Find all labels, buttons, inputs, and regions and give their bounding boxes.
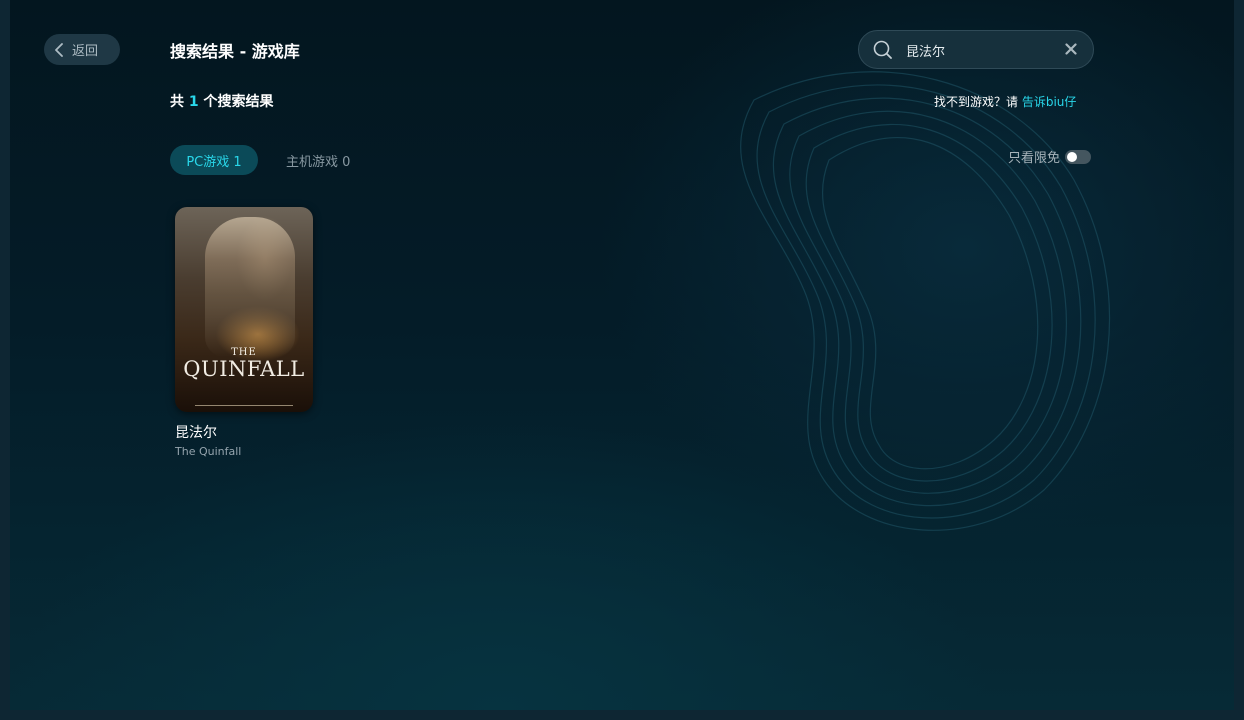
game-subtitle: The Quinfall <box>175 445 242 458</box>
free-only-toggle[interactable] <box>1065 149 1092 164</box>
search-box[interactable] <box>858 30 1094 69</box>
search-icon[interactable] <box>873 40 893 60</box>
result-count-prefix: 共 <box>170 94 189 110</box>
cover-figure-art <box>205 217 295 357</box>
tab-console-games[interactable]: 主机游戏 0 <box>286 151 350 170</box>
search-input[interactable] <box>906 39 1056 61</box>
result-count-number: 1 <box>188 94 199 110</box>
back-button-label: 返回 <box>72 44 99 59</box>
feedback-text: 找不到游戏？请 <box>934 95 1022 109</box>
result-count: 共 1 个搜索结果 <box>170 91 274 111</box>
game-name: 昆法尔 <box>175 425 217 441</box>
feedback-prompt: 找不到游戏？请 告诉biu仔 <box>934 93 1076 110</box>
chevron-left-icon <box>55 42 63 57</box>
feedback-link[interactable]: 告诉biu仔 <box>1022 95 1077 109</box>
cover-divider <box>195 405 293 406</box>
game-card[interactable]: THE QUINFALL 昆法尔 The Quinfall <box>175 207 315 458</box>
background-contour-decoration <box>740 71 1111 531</box>
game-cover-image[interactable]: THE QUINFALL <box>175 207 313 412</box>
free-only-label: 只看限免 <box>1008 151 1061 166</box>
page-title: 搜索结果 - 游戏库 <box>170 42 300 61</box>
back-button[interactable]: 返回 <box>44 34 120 65</box>
tab-pc-games[interactable]: PC游戏 1 <box>170 145 258 175</box>
free-only-filter: 只看限免 <box>1008 147 1092 166</box>
toggle-knob <box>1067 151 1078 162</box>
result-count-suffix: 个搜索结果 <box>198 94 274 110</box>
app-window: 返回 搜索结果 - 游戏库 共 1 个搜索结果 找不到游戏？请 告诉biu仔 P… <box>0 0 1244 720</box>
cover-logo-title: QUINFALL <box>183 357 305 381</box>
clear-search-icon[interactable] <box>1065 43 1077 55</box>
